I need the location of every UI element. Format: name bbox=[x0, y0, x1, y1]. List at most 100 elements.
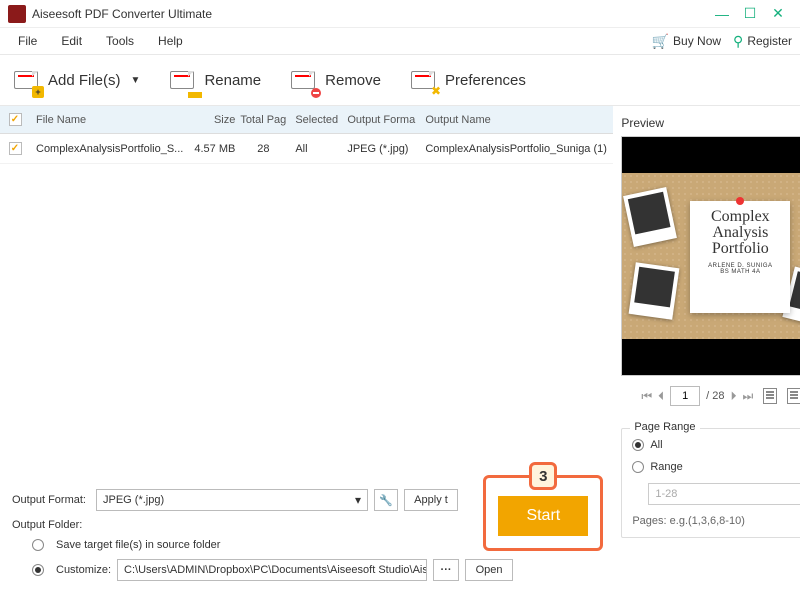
cell-pages: 28 bbox=[235, 143, 291, 155]
next-page-button[interactable]: ⏵ bbox=[731, 389, 737, 404]
polaroid-icon bbox=[629, 262, 680, 320]
col-size[interactable]: Size bbox=[183, 114, 235, 126]
cell-format: JPEG (*.jpg) bbox=[347, 143, 425, 155]
app-title: Aiseesoft PDF Converter Ultimate bbox=[32, 7, 708, 21]
apply-to-all-button[interactable]: Apply t bbox=[404, 489, 458, 511]
page-input[interactable] bbox=[670, 386, 700, 406]
preview-box: Complex Analysis Portfolio ARLENE D. SUN… bbox=[621, 136, 800, 376]
page-range-legend: Page Range bbox=[630, 421, 699, 433]
preferences-button[interactable]: ✖ Preferences bbox=[409, 60, 526, 100]
col-pages[interactable]: Total Pag bbox=[235, 114, 291, 126]
doc-title-1: Complex bbox=[696, 209, 784, 225]
chevron-down-icon: ▾ bbox=[355, 493, 361, 507]
cell-size: 4.57 MB bbox=[183, 143, 235, 155]
row-checkbox[interactable] bbox=[9, 142, 22, 155]
doc-title-2: Analysis bbox=[696, 225, 784, 241]
range-all-radio[interactable] bbox=[632, 439, 644, 451]
customize-radio[interactable] bbox=[32, 564, 44, 576]
cell-selected: All bbox=[291, 143, 347, 155]
output-format-label: Output Format: bbox=[12, 494, 90, 506]
key-icon: ⚲ bbox=[733, 33, 743, 50]
preferences-icon: ✖ bbox=[409, 66, 437, 94]
preview-image: Complex Analysis Portfolio ARLENE D. SUN… bbox=[622, 173, 800, 339]
col-output[interactable]: Output Name bbox=[425, 114, 613, 126]
output-panel: Output Format: JPEG (*.jpg) ▾ 🔧 Apply t … bbox=[0, 479, 613, 599]
left-pane: File Name Size Total Pag Selected Output… bbox=[0, 106, 613, 599]
customize-label: Customize: bbox=[56, 564, 111, 576]
file-list: ComplexAnalysisPortfolio_S... 4.57 MB 28… bbox=[0, 134, 613, 479]
page-range-fieldset: Page Range All Range 1-28 Pages: e.g.(1,… bbox=[621, 428, 800, 538]
save-source-radio[interactable] bbox=[32, 539, 44, 551]
minimize-button[interactable]: — bbox=[708, 4, 736, 24]
page-navigator: ⏮ ⏴ / 28 ⏵ ⏭ bbox=[621, 386, 800, 406]
customize-path-input[interactable]: C:\Users\ADMIN\Dropbox\PC\Documents\Aise… bbox=[117, 559, 427, 581]
rename-icon bbox=[168, 66, 196, 94]
col-format[interactable]: Output Forma bbox=[347, 114, 425, 126]
cell-filename: ComplexAnalysisPortfolio_S... bbox=[30, 143, 183, 155]
start-callout: 3 Start bbox=[483, 475, 603, 551]
start-label: Start bbox=[526, 507, 560, 525]
output-format-select[interactable]: JPEG (*.jpg) ▾ bbox=[96, 489, 368, 511]
page-thumbnail-button[interactable] bbox=[763, 388, 777, 404]
open-folder-button[interactable]: Open bbox=[465, 559, 513, 581]
title-bar: Aiseesoft PDF Converter Ultimate — ☐ ✕ bbox=[0, 0, 800, 28]
chevron-down-icon: ▼ bbox=[131, 75, 141, 86]
cell-output: ComplexAnalysisPortfolio_Suniga (1) bbox=[425, 143, 613, 155]
menu-edit[interactable]: Edit bbox=[51, 30, 92, 52]
range-custom-label: Range bbox=[650, 461, 682, 473]
remove-label: Remove bbox=[325, 72, 381, 89]
remove-icon bbox=[289, 66, 317, 94]
add-files-icon: + bbox=[12, 66, 40, 94]
first-page-button[interactable]: ⏮ bbox=[641, 389, 652, 404]
doc-title-3: Portfolio bbox=[696, 241, 784, 257]
apply-label: Apply t bbox=[414, 494, 448, 506]
range-input[interactable]: 1-28 bbox=[648, 483, 800, 505]
save-source-label: Save target file(s) in source folder bbox=[56, 539, 220, 551]
register-label: Register bbox=[747, 34, 792, 48]
menu-bar: File Edit Tools Help 🛒 Buy Now ⚲ Registe… bbox=[0, 28, 800, 54]
rename-label: Rename bbox=[204, 72, 261, 89]
range-custom-radio[interactable] bbox=[632, 461, 644, 473]
output-folder-label: Output Folder: bbox=[12, 519, 90, 531]
step-badge: 3 bbox=[529, 462, 557, 490]
last-page-button[interactable]: ⏭ bbox=[743, 389, 754, 404]
output-format-value: JPEG (*.jpg) bbox=[103, 494, 164, 506]
menu-tools[interactable]: Tools bbox=[96, 30, 144, 52]
add-files-label: Add File(s) bbox=[48, 72, 121, 89]
buy-now-label: Buy Now bbox=[673, 34, 721, 48]
range-hint: Pages: e.g.(1,3,6,8-10) bbox=[632, 515, 800, 527]
page-add-button[interactable] bbox=[787, 388, 800, 404]
pin-icon bbox=[736, 197, 744, 205]
rename-button[interactable]: Rename bbox=[168, 60, 261, 100]
preferences-label: Preferences bbox=[445, 72, 526, 89]
cart-icon: 🛒 bbox=[652, 33, 669, 50]
main-toolbar: + Add File(s) ▼ Rename Remove ✖ Preferen… bbox=[0, 54, 800, 106]
page-total: / 28 bbox=[706, 390, 724, 402]
customize-path-value: C:\Users\ADMIN\Dropbox\PC\Documents\Aise… bbox=[124, 564, 427, 576]
close-button[interactable]: ✕ bbox=[764, 4, 792, 24]
file-table-header: File Name Size Total Pag Selected Output… bbox=[0, 106, 613, 134]
buy-now-link[interactable]: 🛒 Buy Now bbox=[652, 33, 721, 50]
preview-title: Preview bbox=[621, 116, 800, 130]
add-files-button[interactable]: + Add File(s) ▼ bbox=[12, 60, 140, 100]
range-placeholder: 1-28 bbox=[655, 488, 677, 500]
prev-page-button[interactable]: ⏴ bbox=[658, 389, 664, 404]
format-settings-button[interactable]: 🔧 bbox=[374, 489, 398, 511]
menu-file[interactable]: File bbox=[8, 30, 47, 52]
maximize-button[interactable]: ☐ bbox=[736, 4, 764, 24]
table-row[interactable]: ComplexAnalysisPortfolio_S... 4.57 MB 28… bbox=[0, 134, 613, 164]
col-selected[interactable]: Selected bbox=[291, 114, 347, 126]
select-all-checkbox[interactable] bbox=[9, 113, 22, 126]
preview-poster: Complex Analysis Portfolio ARLENE D. SUN… bbox=[690, 201, 790, 313]
doc-course: BS MATH 4A bbox=[696, 269, 784, 275]
menu-help[interactable]: Help bbox=[148, 30, 193, 52]
col-filename[interactable]: File Name bbox=[30, 114, 183, 126]
remove-button[interactable]: Remove bbox=[289, 60, 381, 100]
wrench-icon: 🔧 bbox=[379, 494, 393, 507]
app-logo-icon bbox=[8, 5, 26, 23]
register-link[interactable]: ⚲ Register bbox=[733, 33, 792, 50]
start-button[interactable]: Start bbox=[498, 496, 588, 536]
browse-button[interactable]: ··· bbox=[433, 559, 459, 581]
open-label: Open bbox=[476, 564, 503, 576]
range-all-label: All bbox=[650, 439, 662, 451]
